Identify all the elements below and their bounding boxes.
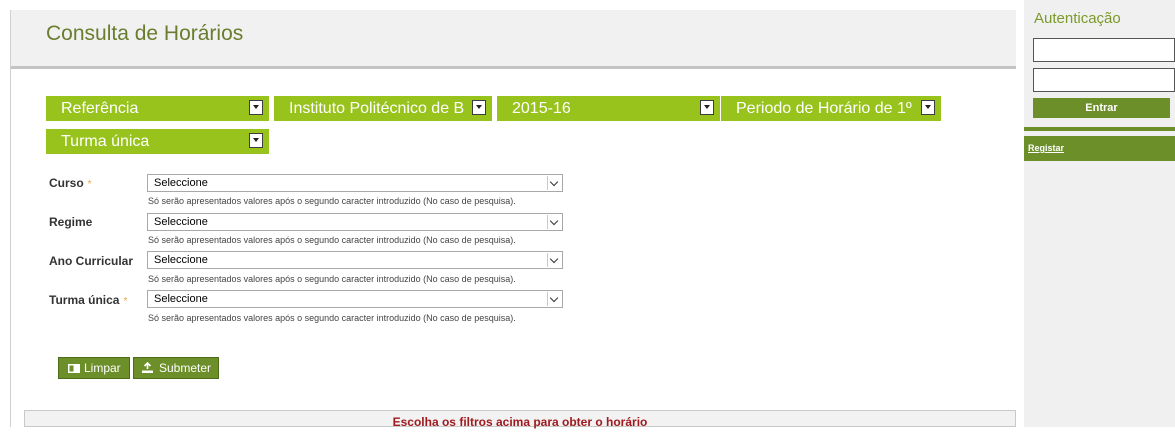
select-value: Seleccione xyxy=(154,216,208,228)
ano-curricular-label: Ano Curricular xyxy=(49,254,133,268)
regime-select[interactable]: Seleccione xyxy=(147,213,563,231)
curso-label: Curso * xyxy=(49,176,92,190)
chevron-down-icon xyxy=(700,100,714,115)
chevron-down-icon xyxy=(547,292,561,306)
clear-button[interactable]: Limpar xyxy=(58,357,130,379)
filter-instituicao[interactable]: Instituto Politécnico de B xyxy=(274,96,492,121)
divider xyxy=(1024,127,1175,131)
chevron-down-icon xyxy=(249,133,263,148)
eraser-icon xyxy=(68,364,80,373)
password-input[interactable] xyxy=(1033,68,1175,92)
filter-label: Turma única xyxy=(61,133,150,150)
turma-hint: Só serão apresentados valores após o seg… xyxy=(148,313,516,323)
submit-button[interactable]: Submeter xyxy=(133,357,219,379)
page-title: Consulta de Horários xyxy=(46,22,244,45)
enter-button[interactable]: Entrar xyxy=(1033,98,1170,118)
regime-hint: Só serão apresentados valores após o seg… xyxy=(148,235,516,245)
field-label-text: Regime xyxy=(49,215,93,229)
chevron-down-icon xyxy=(472,100,486,115)
upload-icon xyxy=(142,362,153,373)
filter-label: Instituto Politécnico de B xyxy=(289,100,465,117)
filter-ano-letivo[interactable]: 2015-16 xyxy=(497,96,720,121)
select-value: Seleccione xyxy=(154,177,208,189)
regime-label: Regime xyxy=(49,215,92,229)
filter-turma[interactable]: Turma única xyxy=(46,129,269,154)
required-marker: * xyxy=(87,179,92,190)
auth-title: Autenticação xyxy=(1034,10,1121,27)
ano-curricular-hint: Só serão apresentados valores após o seg… xyxy=(148,274,516,284)
turma-select[interactable]: Seleccione xyxy=(147,290,563,308)
chevron-down-icon xyxy=(249,100,263,115)
select-value: Seleccione xyxy=(154,293,208,305)
username-input[interactable] xyxy=(1033,38,1175,62)
filter-label: 2015-16 xyxy=(512,100,571,117)
clear-label: Limpar xyxy=(84,361,121,375)
curso-hint: Só serão apresentados valores após o seg… xyxy=(148,196,516,206)
main-panel: Consulta de Horários Referência Institut… xyxy=(10,10,1016,429)
chevron-down-icon xyxy=(547,176,561,190)
filter-label: Periodo de Horário de 1º xyxy=(736,100,912,117)
filter-referencia[interactable]: Referência xyxy=(46,96,269,121)
chevron-down-icon xyxy=(921,100,935,115)
required-marker: * xyxy=(123,296,128,307)
field-label-text: Turma única xyxy=(49,293,120,307)
curso-select[interactable]: Seleccione xyxy=(147,174,563,192)
ano-curricular-select[interactable]: Seleccione xyxy=(147,251,563,269)
chevron-down-icon xyxy=(547,253,561,267)
field-label-text: Curso xyxy=(49,176,84,190)
chevron-down-icon xyxy=(547,215,561,229)
filter-periodo[interactable]: Periodo de Horário de 1º xyxy=(721,96,941,121)
field-label-text: Ano Curricular xyxy=(49,254,134,268)
title-bar: Consulta de Horários xyxy=(11,10,1016,69)
result-message: Escolha os filtros acima para obter o ho… xyxy=(24,410,1016,429)
filter-label: Referência xyxy=(61,100,139,117)
auth-sidebar: Autenticação Entrar Registar xyxy=(1024,0,1175,427)
submit-label: Submeter xyxy=(159,361,212,375)
register-link[interactable]: Registar xyxy=(1024,136,1175,161)
select-value: Seleccione xyxy=(154,254,208,266)
turma-label: Turma única * xyxy=(49,293,127,307)
